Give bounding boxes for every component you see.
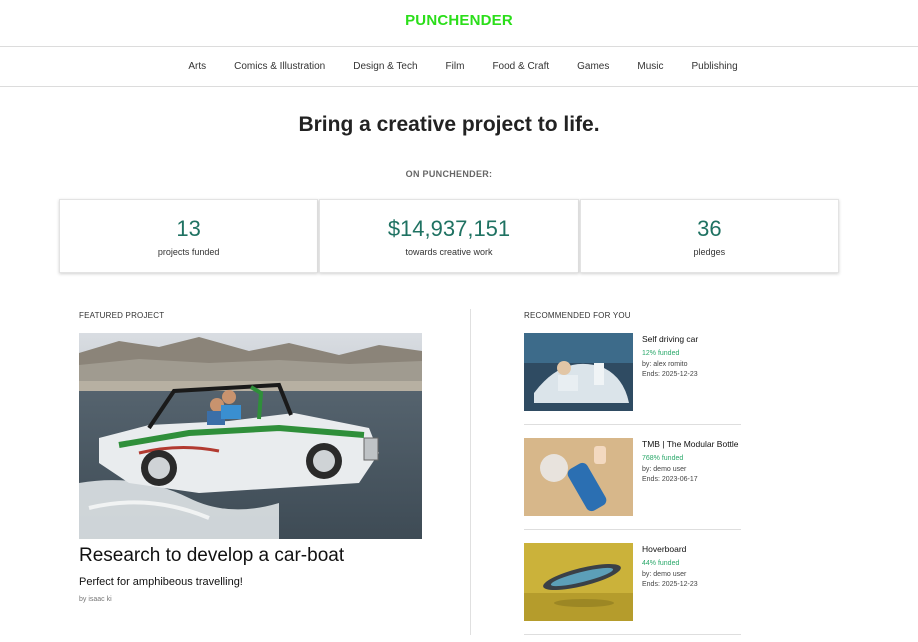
site-logo[interactable]: PUNCHENDER [405, 12, 513, 29]
nav-category-film[interactable]: Film [446, 61, 465, 72]
recommended-item-end-date: Ends: 2025-12-23 [642, 371, 698, 378]
recommended-item-info: TMB | The Modular Bottle 768% funded by:… [642, 438, 739, 483]
recommended-item-end-date: Ends: 2025-12-23 [642, 581, 698, 588]
nav-category-food-craft[interactable]: Food & Craft [492, 61, 549, 72]
recommended-item-title[interactable]: Self driving car [642, 334, 698, 344]
stat-value: 36 [697, 216, 722, 241]
recommended-item-info: Hoverboard 44% funded by: demo user Ends… [642, 543, 698, 588]
recommended-item-funded: 12% funded [642, 350, 680, 357]
stat-card-creative-work: $14,937,151 towards creative work [319, 199, 579, 273]
stat-card-pledges: 36 pledges [579, 199, 839, 273]
divider [524, 529, 741, 530]
recommended-item-image[interactable] [524, 333, 633, 411]
recommended-item: TMB | The Modular Bottle 768% funded by:… [524, 438, 741, 543]
recommended-item-title[interactable]: Hoverboard [642, 544, 698, 554]
stat-value: 13 [176, 216, 201, 241]
recommended-item-end-date: Ends: 2023-06-17 [642, 476, 698, 483]
nav-category-music[interactable]: Music [637, 61, 663, 72]
site-header: PUNCHENDER [0, 0, 918, 47]
nav-category-publishing[interactable]: Publishing [692, 61, 738, 72]
nav-category-comics-illustration[interactable]: Comics & Illustration [234, 61, 325, 72]
stat-label: towards creative work [405, 247, 493, 257]
featured-section-label: FEATURED PROJECT [79, 311, 165, 320]
divider [524, 424, 741, 425]
recommended-item-author: by: alex romito [642, 361, 688, 368]
recommended-item-image[interactable] [524, 438, 633, 516]
recommended-item-info: Self driving car 12% funded by: alex rom… [642, 333, 698, 378]
nav-category-games[interactable]: Games [577, 61, 609, 72]
category-nav: Arts Comics & Illustration Design & Tech… [0, 47, 918, 87]
nav-category-arts[interactable]: Arts [188, 61, 206, 72]
recommended-item-author: by: demo user [642, 571, 687, 578]
column-divider [470, 309, 471, 635]
recommended-item-image[interactable] [524, 543, 633, 621]
recommended-section-label: RECOMMENDED FOR YOU [524, 311, 631, 320]
recommended-item-title[interactable]: TMB | The Modular Bottle [642, 439, 739, 449]
divider [524, 634, 741, 635]
stats-heading: ON PUNCHENDER: [405, 169, 493, 179]
recommended-item-author: by: demo user [642, 466, 687, 473]
nav-category-design-tech[interactable]: Design & Tech [353, 61, 417, 72]
featured-project-author: by isaac ki [79, 596, 112, 603]
featured-project-blurb: Perfect for amphibeous travelling! [79, 576, 243, 588]
recommended-item: Self driving car 12% funded by: alex rom… [524, 333, 741, 438]
stat-label: projects funded [157, 247, 220, 257]
stat-value: $14,937,151 [387, 216, 511, 241]
featured-project-title[interactable]: Research to develop a car-boat [79, 545, 344, 567]
stat-label: pledges [693, 247, 726, 257]
hero-headline: Bring a creative project to life. [298, 113, 600, 136]
featured-project-image[interactable] [79, 333, 422, 539]
recommended-item-funded: 768% funded [642, 455, 684, 462]
stat-card-projects-funded: 13 projects funded [59, 199, 319, 273]
stats-row: 13 projects funded $14,937,151 towards c… [59, 199, 839, 273]
recommended-item-funded: 44% funded [642, 560, 680, 567]
recommended-item: Hoverboard 44% funded by: demo user Ends… [524, 543, 741, 642]
